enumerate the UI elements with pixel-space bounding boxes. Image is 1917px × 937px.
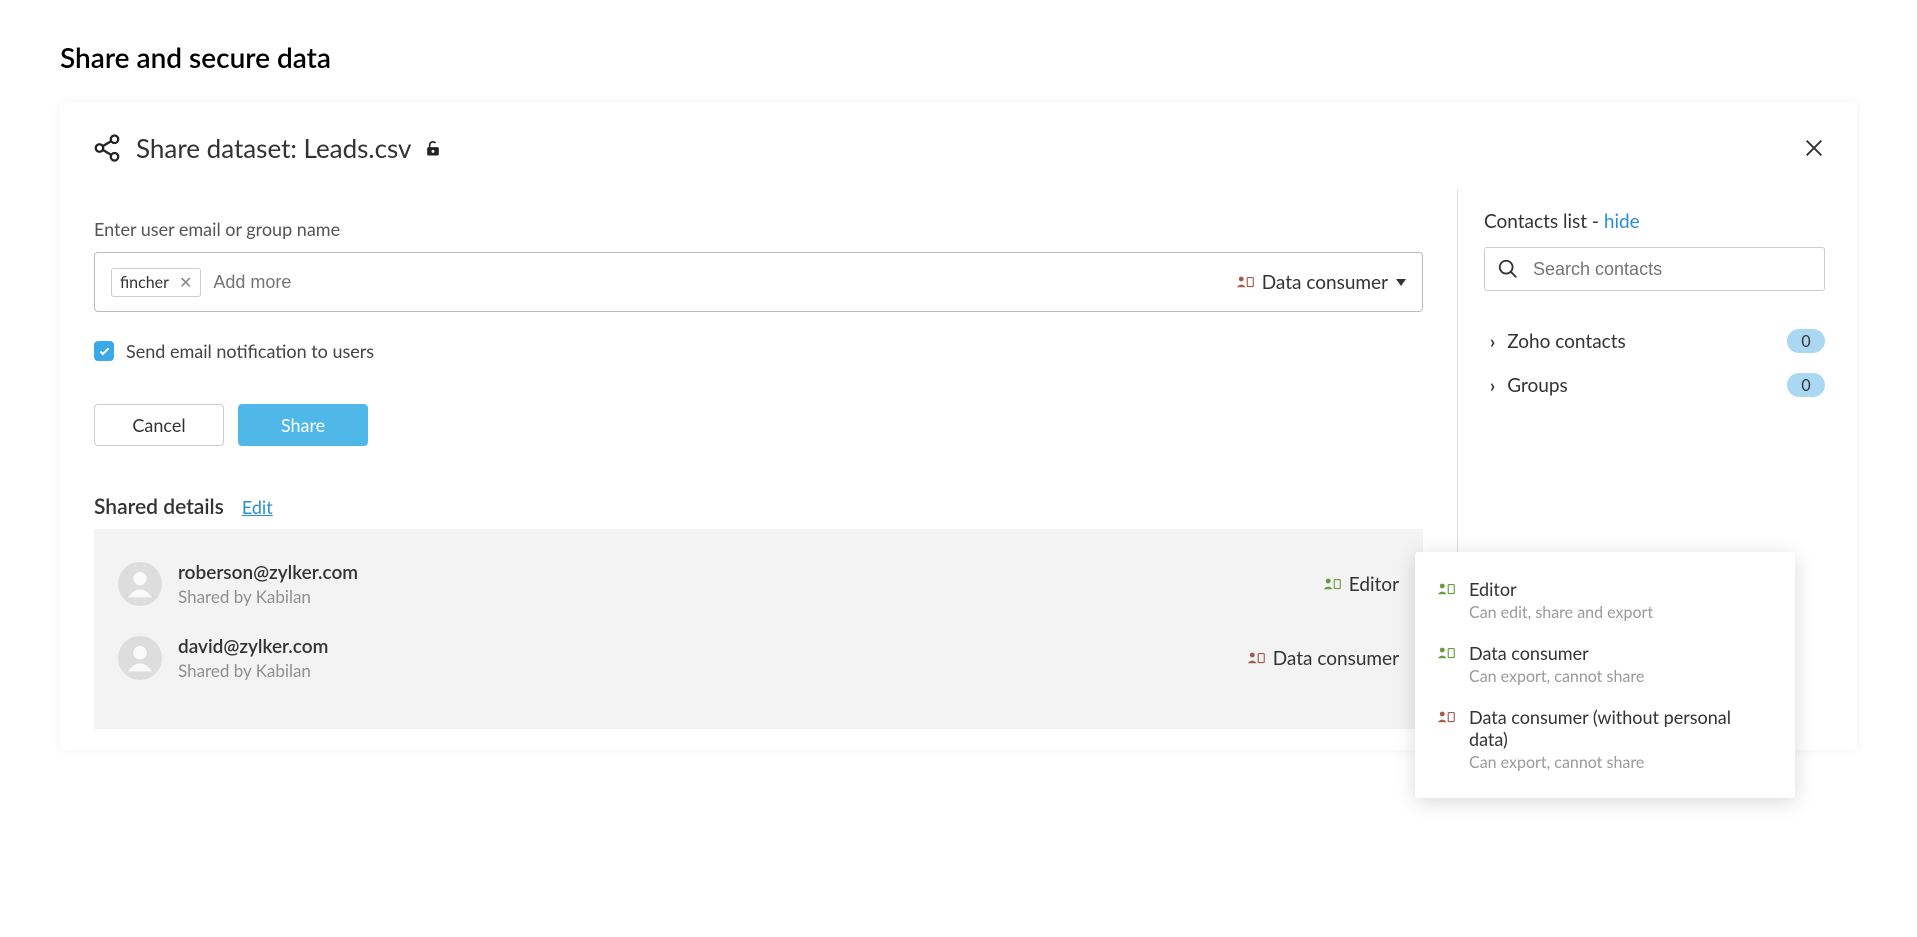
add-more-input[interactable] xyxy=(213,272,1235,293)
notify-checkbox[interactable] xyxy=(94,341,114,361)
role-dropdown: Editor Can edit, share and export Data c… xyxy=(1415,552,1795,798)
contact-group-count: 0 xyxy=(1787,329,1825,353)
role-option-data-consumer[interactable]: Data consumer Can export, cannot share xyxy=(1433,632,1777,696)
share-button[interactable]: Share xyxy=(238,404,368,446)
role-option-name: Editor xyxy=(1469,578,1773,600)
chip-remove-icon[interactable]: ✕ xyxy=(179,273,192,292)
role-option-editor[interactable]: Editor Can edit, share and export xyxy=(1433,568,1777,632)
shared-role: Editor xyxy=(1323,573,1399,596)
role-badge-icon xyxy=(1236,275,1254,289)
share-icon xyxy=(92,133,122,163)
role-selector[interactable]: Data consumer xyxy=(1236,271,1406,294)
role-badge-icon xyxy=(1323,577,1341,591)
shared-by: Shared by Kabilan xyxy=(178,586,1323,607)
avatar xyxy=(118,636,162,680)
contacts-header-prefix: Contacts list - xyxy=(1484,210,1604,233)
panel-title: Share dataset: Leads.csv xyxy=(92,132,443,164)
shared-list: roberson@zylker.com Shared by Kabilan Ed… xyxy=(94,529,1423,729)
contact-group-zoho[interactable]: › Zoho contacts 0 xyxy=(1484,319,1825,363)
chip-label: fincher xyxy=(120,273,169,292)
chevron-down-icon xyxy=(1396,279,1406,286)
contact-group-groups[interactable]: › Groups 0 xyxy=(1484,363,1825,407)
role-badge-icon xyxy=(1437,710,1455,724)
shared-email: roberson@zylker.com xyxy=(178,561,1323,584)
role-option-desc: Can edit, share and export xyxy=(1469,603,1773,622)
chevron-right-icon: › xyxy=(1490,374,1495,396)
hide-link[interactable]: hide xyxy=(1604,210,1640,233)
user-input-row[interactable]: fincher ✕ Data consumer xyxy=(94,252,1423,312)
shared-role-label: Editor xyxy=(1349,573,1399,596)
role-option-desc: Can export, cannot share xyxy=(1469,667,1773,686)
role-badge-icon xyxy=(1437,582,1455,596)
avatar-icon xyxy=(124,642,156,674)
shared-by: Shared by Kabilan xyxy=(178,660,1247,681)
avatar-icon xyxy=(124,568,156,600)
contact-group-label: Zoho contacts xyxy=(1507,330,1626,353)
user-field-label: Enter user email or group name xyxy=(94,218,1423,240)
chevron-right-icon: › xyxy=(1490,330,1495,352)
search-box[interactable] xyxy=(1484,247,1825,291)
role-option-name: Data consumer (without personal data) xyxy=(1469,706,1773,750)
avatar xyxy=(118,562,162,606)
panel-title-text: Share dataset: Leads.csv xyxy=(136,132,411,164)
close-icon[interactable] xyxy=(1803,137,1825,159)
role-badge-icon xyxy=(1437,646,1455,660)
shared-role-label: Data consumer xyxy=(1273,647,1399,670)
shared-email: david@zylker.com xyxy=(178,635,1247,658)
cancel-button[interactable]: Cancel xyxy=(94,404,224,446)
share-panel: Share dataset: Leads.csv Enter user emai… xyxy=(60,102,1857,750)
user-chip: fincher ✕ xyxy=(111,268,201,297)
role-option-desc: Can export, cannot share xyxy=(1469,753,1773,772)
role-badge-icon xyxy=(1247,651,1265,665)
role-option-name: Data consumer xyxy=(1469,642,1773,664)
notify-label: Send email notification to users xyxy=(126,340,374,362)
search-input[interactable] xyxy=(1533,259,1812,280)
shared-details-title: Shared details xyxy=(94,494,224,519)
contact-group-label: Groups xyxy=(1507,374,1568,397)
lock-open-icon xyxy=(423,138,443,158)
page-title: Share and secure data xyxy=(60,40,1857,74)
shared-item: david@zylker.com Shared by Kabilan Data … xyxy=(118,621,1399,695)
check-icon xyxy=(98,345,111,358)
shared-role: Data consumer xyxy=(1247,647,1399,670)
contact-group-count: 0 xyxy=(1787,373,1825,397)
edit-link[interactable]: Edit xyxy=(242,496,273,518)
role-option-data-consumer-no-personal[interactable]: Data consumer (without personal data) Ca… xyxy=(1433,696,1777,782)
role-selector-label: Data consumer xyxy=(1262,271,1388,294)
contacts-header: Contacts list - hide xyxy=(1484,210,1825,233)
search-icon xyxy=(1497,258,1519,280)
shared-item: roberson@zylker.com Shared by Kabilan Ed… xyxy=(118,547,1399,621)
